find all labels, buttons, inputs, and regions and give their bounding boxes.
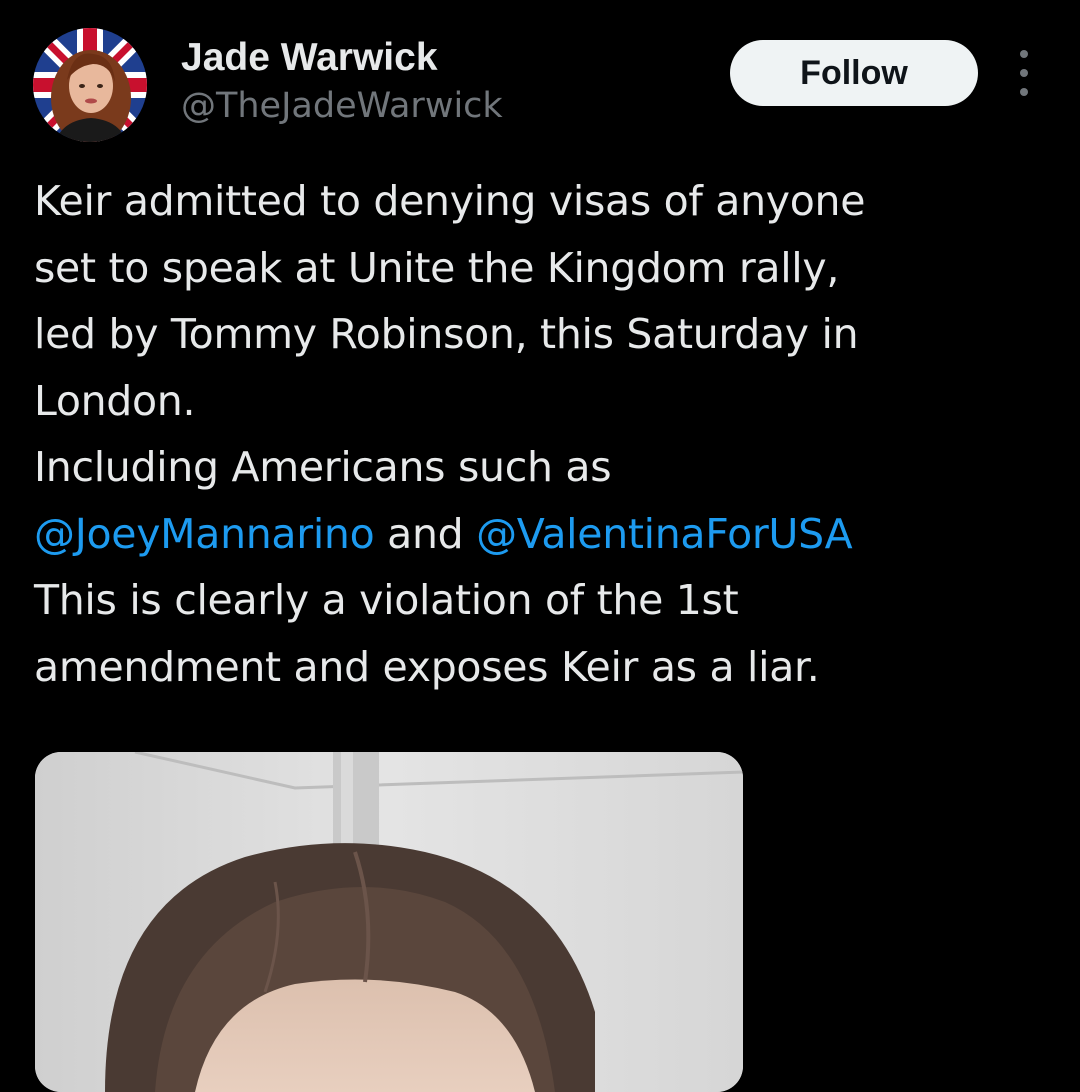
mention-joey-mannarino[interactable]: @JoeyMannarino	[34, 510, 375, 558]
avatar[interactable]	[33, 28, 147, 142]
video-thumbnail-icon	[35, 752, 743, 1092]
tweet-text-line: set to speak at Unite the Kingdom rally,	[34, 243, 840, 292]
tweet-text: Keir admitted to denying visas of anyone…	[34, 168, 1044, 700]
tweet-media-video[interactable]	[35, 752, 743, 1092]
author-handle[interactable]: @TheJadeWarwick	[181, 84, 503, 128]
more-options-button[interactable]	[1004, 50, 1044, 96]
more-vertical-icon-dot-2	[1020, 69, 1028, 77]
follow-button[interactable]: Follow	[730, 40, 978, 106]
author-display-name[interactable]: Jade Warwick	[181, 36, 438, 80]
tweet-text-line: amendment and exposes Keir as a liar.	[34, 642, 820, 691]
more-vertical-icon	[1020, 50, 1028, 58]
more-vertical-icon-dot-3	[1020, 88, 1028, 96]
tweet-text-line: Including Americans such as	[34, 443, 612, 491]
mention-valentina-for-usa[interactable]: @ValentinaForUSA	[476, 510, 853, 558]
tweet-text-line: Keir admitted to denying visas of anyone	[34, 177, 866, 225]
mention-connector: and	[374, 509, 477, 558]
tweet-text-line: led by Tommy Robinson, this Saturday in	[34, 310, 859, 358]
tweet-text-line: London.	[34, 376, 196, 425]
tweet: Jade Warwick @TheJadeWarwick Follow Keir…	[0, 0, 1080, 1092]
profile-photo-icon	[33, 28, 147, 142]
mentions-line: @JoeyMannarino and @ValentinaForUSA	[34, 501, 1044, 568]
tweet-text-line: This is clearly a violation of the 1st	[34, 576, 739, 624]
